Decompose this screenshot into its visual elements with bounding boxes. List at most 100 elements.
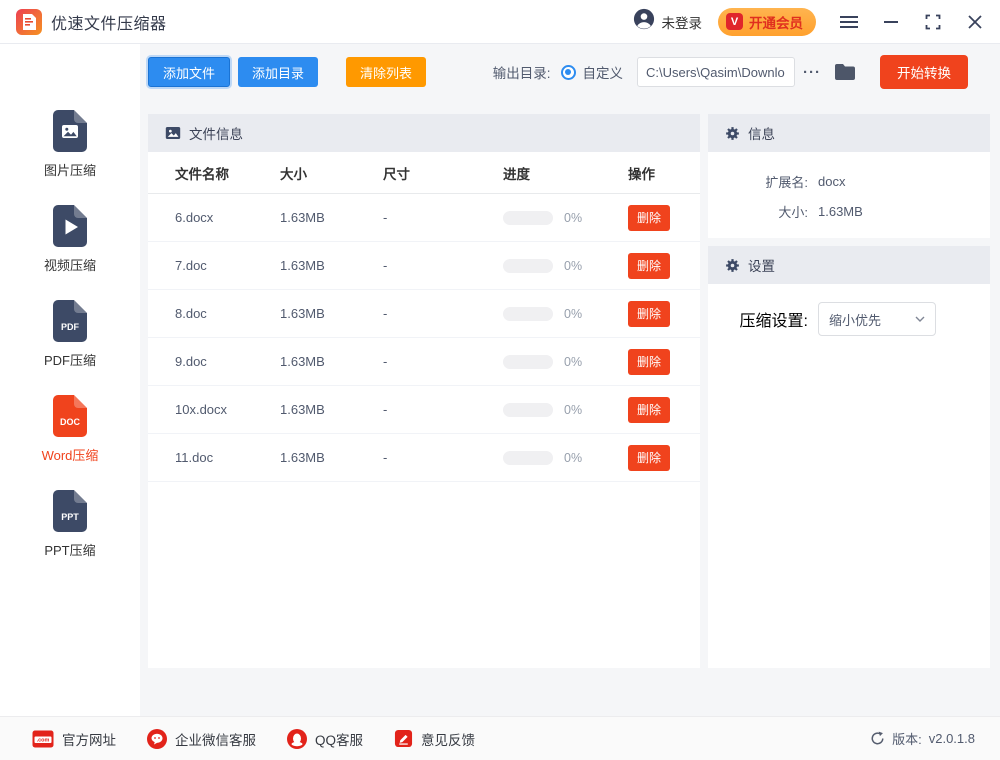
feedback-link[interactable]: 意见反馈 — [394, 729, 475, 749]
sidebar-item-word-compress[interactable]: DOC Word压缩 — [0, 395, 140, 464]
table-row[interactable]: 11.doc 1.63MB - 0% 删除 — [148, 434, 700, 482]
extension-value: docx — [818, 173, 846, 189]
sidebar-item-label: PPT压缩 — [44, 543, 96, 558]
doc-file-icon: DOC — [53, 395, 87, 437]
size-value: 1.63MB — [818, 203, 863, 219]
file-dimension: - — [383, 450, 388, 465]
custom-radio[interactable]: 自定义 — [560, 62, 623, 82]
col-file-name: 文件名称 — [175, 166, 229, 182]
col-size: 大小 — [280, 166, 307, 182]
file-size: 1.63MB — [280, 354, 325, 369]
login-area[interactable]: 未登录 — [633, 8, 702, 35]
panels: 文件信息 文件名称 大小 尺寸 进度 操作 6.docx 1.63MB - 0%… — [148, 114, 990, 668]
website-icon: .com — [32, 730, 54, 747]
pdf-file-icon: PDF — [53, 300, 87, 342]
footer-link-label: QQ客服 — [315, 732, 364, 748]
file-name: 11.doc — [175, 450, 214, 465]
file-info-panel: 文件信息 文件名称 大小 尺寸 进度 操作 6.docx 1.63MB - 0%… — [148, 114, 700, 668]
compress-setting-label: 压缩设置: — [739, 313, 808, 330]
table-row[interactable]: 8.doc 1.63MB - 0% 删除 — [148, 290, 700, 338]
delete-button[interactable]: 删除 — [628, 300, 670, 327]
open-folder-button[interactable] — [834, 63, 856, 81]
feedback-icon — [394, 729, 413, 748]
vip-button[interactable]: V 开通会员 — [718, 7, 816, 36]
ppt-file-icon: PPT — [53, 490, 87, 532]
table-row[interactable]: 9.doc 1.63MB - 0% 删除 — [148, 338, 700, 386]
progress-bar — [503, 258, 553, 273]
maximize-button[interactable] — [924, 13, 942, 31]
delete-button[interactable]: 删除 — [628, 396, 670, 423]
sidebar-item-pdf-compress[interactable]: PDF PDF压缩 — [0, 300, 140, 369]
version-value: v2.0.1.8 — [928, 731, 975, 746]
file-dimension: - — [383, 354, 388, 369]
compress-mode-select[interactable]: 缩小优先 — [818, 302, 936, 336]
titlebar: 优速文件压缩器 未登录 V 开通会员 — [0, 0, 1000, 44]
qq-support-link[interactable]: QQ客服 — [287, 728, 364, 749]
vip-badge-icon: V — [726, 13, 743, 30]
file-size: 1.63MB — [280, 306, 325, 321]
delete-button[interactable]: 删除 — [628, 252, 670, 279]
file-dimension: - — [383, 258, 388, 273]
sidebar-item-image-compress[interactable]: 图片压缩 — [0, 110, 140, 179]
compress-mode-value: 缩小优先 — [829, 312, 882, 328]
file-size: 1.63MB — [280, 402, 325, 417]
svg-text:.com: .com — [37, 737, 50, 743]
delete-button[interactable]: 删除 — [628, 348, 670, 375]
browse-more-button[interactable]: ··· — [803, 64, 821, 81]
wechat-support-link[interactable]: 企业微信客服 — [147, 728, 256, 749]
table-row[interactable]: 10x.docx 1.63MB - 0% 删除 — [148, 386, 700, 434]
app-logo-icon — [16, 8, 42, 35]
progress-bar — [503, 210, 553, 225]
progress-value: 0% — [564, 354, 583, 369]
file-size: 1.63MB — [280, 210, 325, 225]
output-dir-group: 输出目录: 自定义 ··· 开始转换 — [493, 55, 968, 89]
sidebar-item-label: 视频压缩 — [43, 258, 96, 273]
progress-bar — [503, 306, 553, 321]
extension-label: 扩展名: — [765, 174, 808, 190]
output-path-input[interactable] — [637, 57, 795, 87]
info-panel-title: 信息 — [748, 127, 775, 142]
info-panel-header: 信息 — [708, 114, 990, 152]
footer-link-label: 意见反馈 — [421, 732, 476, 748]
settings-panel-title: 设置 — [748, 259, 775, 274]
file-name: 6.docx — [175, 210, 214, 225]
app-window: 优速文件压缩器 未登录 V 开通会员 图片压缩 视频压缩 PDF PDF压缩 D… — [0, 0, 1000, 760]
official-website-link[interactable]: .com 官方网址 — [32, 729, 116, 749]
toolbar: 添加文件 添加目录 清除列表 输出目录: 自定义 ··· 开始转换 — [148, 55, 968, 89]
sidebar-item-ppt-compress[interactable]: PPT PPT压缩 — [0, 490, 140, 559]
sidebar-item-video-compress[interactable]: 视频压缩 — [0, 205, 140, 274]
file-dimension: - — [383, 306, 388, 321]
app-title: 优速文件压缩器 — [51, 15, 167, 33]
file-name: 7.doc — [175, 258, 207, 273]
info-panel: 信息 扩展名: docx 大小: 1.63MB — [708, 114, 990, 238]
progress-value: 0% — [564, 306, 583, 321]
progress-value: 0% — [564, 402, 583, 417]
right-column: 信息 扩展名: docx 大小: 1.63MB 设置 压缩设置: 缩小优先 — [708, 114, 990, 668]
file-name: 10x.docx — [175, 402, 228, 417]
delete-button[interactable]: 删除 — [628, 204, 670, 231]
close-button[interactable] — [966, 13, 984, 31]
table-row[interactable]: 7.doc 1.63MB - 0% 删除 — [148, 242, 700, 290]
svg-text:PDF: PDF — [61, 322, 80, 332]
table-row[interactable]: 6.docx 1.63MB - 0% 删除 — [148, 194, 700, 242]
menu-button[interactable] — [840, 13, 858, 31]
check-update-icon[interactable] — [870, 731, 885, 746]
add-directory-button[interactable]: 添加目录 — [238, 57, 319, 87]
sidebar: 图片压缩 视频压缩 PDF PDF压缩 DOC Word压缩 PPT PPT压缩 — [0, 44, 140, 716]
add-file-button[interactable]: 添加文件 — [148, 57, 231, 87]
svg-text:DOC: DOC — [60, 417, 81, 427]
titlebar-right: 未登录 V 开通会员 — [633, 7, 985, 36]
clear-list-button[interactable]: 清除列表 — [346, 57, 427, 87]
vip-button-label: 开通会员 — [749, 15, 803, 31]
file-dimension: - — [383, 402, 388, 417]
progress-bar — [503, 450, 553, 465]
table-header: 文件名称 大小 尺寸 进度 操作 — [148, 152, 700, 194]
minimize-button[interactable] — [882, 13, 900, 31]
col-dimension: 尺寸 — [383, 166, 410, 182]
start-convert-button[interactable]: 开始转换 — [880, 55, 968, 89]
delete-button[interactable]: 删除 — [628, 444, 670, 471]
output-dir-label: 输出目录: — [492, 66, 551, 81]
file-panel-header: 文件信息 — [148, 114, 700, 152]
progress-bar — [503, 402, 553, 417]
col-progress: 进度 — [503, 166, 530, 182]
